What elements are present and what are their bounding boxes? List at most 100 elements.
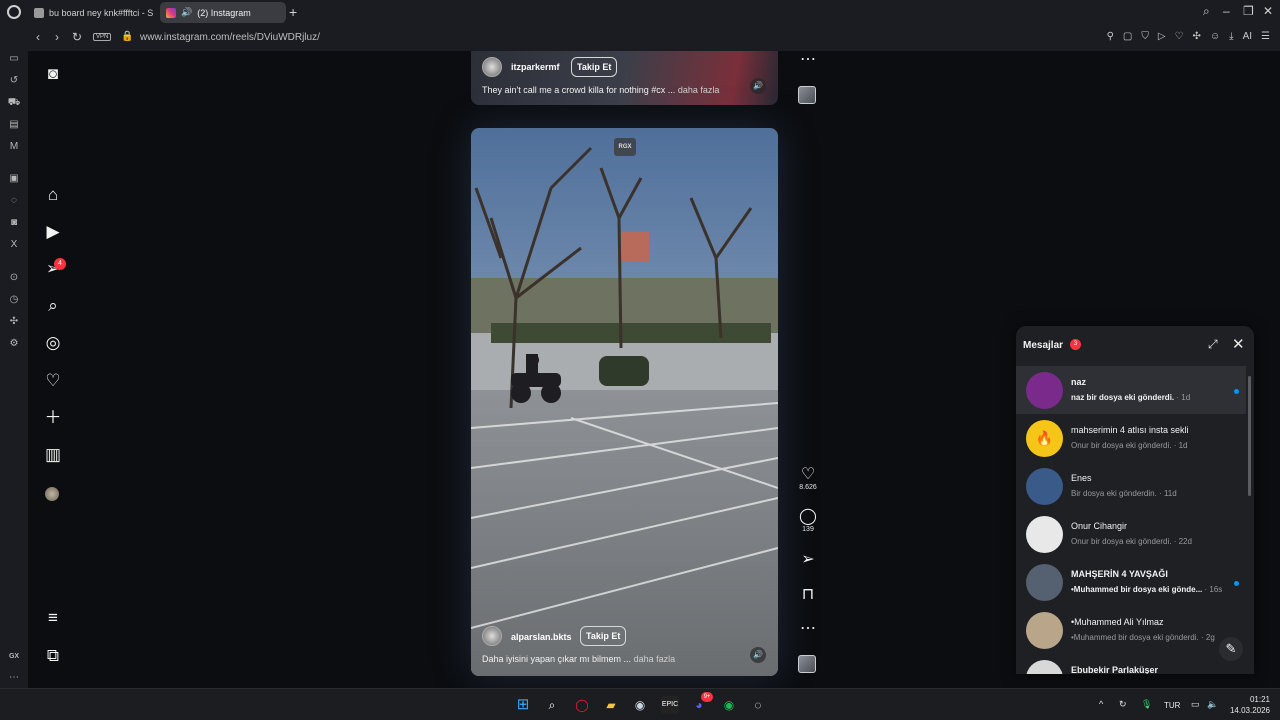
close-window-button[interactable]: ✕ <box>1263 4 1273 18</box>
start-icon[interactable]: ⊞ <box>514 696 532 714</box>
conversation-item[interactable]: 🔥 mahserimin 4 atlısı insta sekli Onur bir… <box>1016 414 1246 462</box>
instagram-logo-icon[interactable]: ◙ <box>42 63 64 85</box>
tray-app-icon[interactable]: ↻ <box>1119 699 1127 710</box>
audio-thumbnail[interactable] <box>798 655 816 673</box>
conversation-preview: •Muhammed bir dosya eki gönderdi. · 2g <box>1071 633 1215 642</box>
steam-icon[interactable]: ◉ <box>631 696 649 714</box>
lock-icon[interactable]: 🔒 <box>121 31 133 42</box>
conversation-item[interactable]: naz naz bir dosya eki gönderdi. · 1d <box>1016 366 1246 414</box>
microphone-icon[interactable]: 🎙 <box>1141 699 1152 710</box>
reel-username[interactable]: alparslan.bkts <box>511 632 572 642</box>
conversation-item[interactable]: Onur Cihangir Onur bir dosya eki gönderdi… <box>1016 510 1246 558</box>
tray-overflow-icon[interactable]: ^ <box>1099 699 1103 709</box>
mail-icon[interactable]: M <box>7 140 21 154</box>
url-field[interactable]: www.instagram.com/reels/DViuWDRjluz/ <box>140 32 320 43</box>
gx-control-icon[interactable]: ⛟ <box>7 96 21 110</box>
clock[interactable]: 01:21 14.03.2026 <box>1224 694 1270 716</box>
menu-icon[interactable]: ☰ <box>1261 31 1270 42</box>
volume-icon[interactable]: 🔊 <box>750 78 766 94</box>
save-button[interactable]: ⊓ <box>796 586 820 604</box>
heart-icon[interactable]: ♡ <box>1175 31 1184 42</box>
spotify-icon[interactable]: ◉ <box>720 696 738 714</box>
reels-icon[interactable]: ▶ <box>42 221 64 243</box>
opera-gx-icon[interactable]: ◯ <box>573 696 591 714</box>
volume-tray-icon[interactable]: 🔈 <box>1207 699 1218 710</box>
volume-icon[interactable]: 🔊 <box>750 647 766 663</box>
share-button[interactable]: ➢ <box>796 551 820 569</box>
messenger-icon[interactable]: ▭ <box>7 52 21 66</box>
vpn-badge[interactable]: VPN <box>93 33 112 41</box>
reel-more-options[interactable]: ⋯ <box>796 620 820 638</box>
reel-more-options[interactable]: ⋯ <box>796 51 820 69</box>
play-icon[interactable]: ▷ <box>1158 31 1166 42</box>
reel-previous[interactable]: itzparkermf Takip Et They ain't call me … <box>471 51 778 105</box>
conversation-preview: Onur bir dosya eki gönderdi. · 22d <box>1071 537 1192 546</box>
ai-button[interactable]: AI <box>1243 31 1252 42</box>
gx-label[interactable]: GX <box>7 650 21 664</box>
shield-icon[interactable]: ⛉ <box>1141 31 1149 42</box>
audio-thumbnail[interactable] <box>798 86 816 104</box>
snapshot-icon[interactable]: ▢ <box>1123 31 1132 42</box>
app-icon[interactable]: ◌ <box>749 696 767 714</box>
minimize-button[interactable]: – <box>1223 4 1230 18</box>
like-button[interactable]: ♡ 8.626 <box>796 466 820 491</box>
expand-icon[interactable]: ⤢ <box>1208 337 1218 352</box>
reel-username[interactable]: itzparkermf <box>511 62 560 72</box>
notifications-heart-icon[interactable]: ♡ <box>42 370 64 392</box>
close-icon[interactable]: ✕ <box>1232 335 1245 353</box>
reload-icon[interactable]: ↻ <box>72 30 82 44</box>
restore-button[interactable]: ❐ <box>1243 4 1254 18</box>
dashboard-icon[interactable]: ▥ <box>42 444 64 466</box>
avatar[interactable] <box>45 487 59 501</box>
download-icon[interactable]: ⤓ <box>1229 31 1233 42</box>
news-icon[interactable]: ▤ <box>7 118 21 132</box>
search-icon[interactable]: ⌕ <box>42 295 64 317</box>
search-icon[interactable]: ⌕ <box>543 696 561 714</box>
x-icon[interactable]: X <box>7 238 21 252</box>
reel-avatar[interactable] <box>482 57 502 77</box>
conversation-item[interactable]: Enes Bir dosya eki gönderdin. · 11d <box>1016 462 1246 510</box>
opera-menu-icon[interactable] <box>7 5 21 19</box>
more-link[interactable]: daha fazla <box>634 654 676 664</box>
player-icon[interactable]: ⊙ <box>7 271 21 285</box>
profile-icon[interactable]: ☺ <box>1210 31 1220 42</box>
forward-icon[interactable]: › <box>55 30 59 44</box>
conversation-item[interactable]: •Muhammed Ali Yılmaz •Muhammed bir dosya … <box>1016 606 1246 654</box>
language-indicator[interactable]: TUR <box>1164 701 1180 710</box>
like-count: 8.626 <box>799 484 817 491</box>
puzzle-icon[interactable]: ✣ <box>7 315 21 329</box>
back-icon[interactable]: ‹ <box>36 30 40 44</box>
apps-icon[interactable]: ⧉ <box>42 645 64 667</box>
history-icon[interactable]: ↺ <box>7 74 21 88</box>
create-icon[interactable]: ＋ <box>42 407 64 429</box>
home-icon[interactable]: ⌂ <box>42 184 64 206</box>
instagram-side-icon[interactable]: ◙ <box>7 216 21 230</box>
comment-button[interactable]: ◯ 139 <box>796 508 820 533</box>
twitch-icon[interactable]: ▣ <box>7 172 21 186</box>
follow-button[interactable]: Takip Et <box>571 57 618 77</box>
scrollbar[interactable] <box>1248 376 1251 496</box>
conversation-item[interactable]: MAHŞERİN 4 YAVŞAĞI •Muhammed bir dosya ek… <box>1016 558 1246 606</box>
settings-icon[interactable]: ⚙ <box>7 337 21 351</box>
epic-games-icon[interactable]: EPIC <box>661 696 679 714</box>
more-menu-icon[interactable]: ≡ <box>42 607 64 629</box>
search-tabs-icon[interactable]: ⌕ <box>1203 4 1210 19</box>
network-icon[interactable]: ▭ <box>1191 699 1200 710</box>
reel-avatar[interactable] <box>482 626 502 646</box>
file-explorer-icon[interactable]: ▰ <box>602 696 620 714</box>
tab-board[interactable]: bu board ney knk#ffftci - S <box>28 2 154 23</box>
clock-icon[interactable]: ◷ <box>7 293 21 307</box>
compose-icon[interactable]: ✎ <box>1219 637 1243 661</box>
tab-instagram[interactable]: 🔊 (2) Instagram <box>160 2 286 23</box>
pin-icon[interactable]: ⚲ <box>1107 31 1114 42</box>
explore-icon[interactable]: ◎ <box>42 332 64 354</box>
reel-video[interactable]: RGX alparslan.bkts Takip Et Daha iyisini… <box>471 128 778 676</box>
more-icon[interactable]: ⋯ <box>7 671 21 685</box>
more-link[interactable]: daha fazla <box>678 85 720 95</box>
conversation-item[interactable]: Ebubekir Parlaküşer <box>1016 654 1246 674</box>
whatsapp-icon[interactable]: ◌ <box>7 194 21 208</box>
extensions-icon[interactable]: ✣ <box>1193 31 1201 42</box>
new-tab-button[interactable]: + <box>289 4 297 20</box>
follow-button[interactable]: Takip Et <box>580 626 627 646</box>
speaker-icon[interactable]: 🔊 <box>181 7 192 18</box>
